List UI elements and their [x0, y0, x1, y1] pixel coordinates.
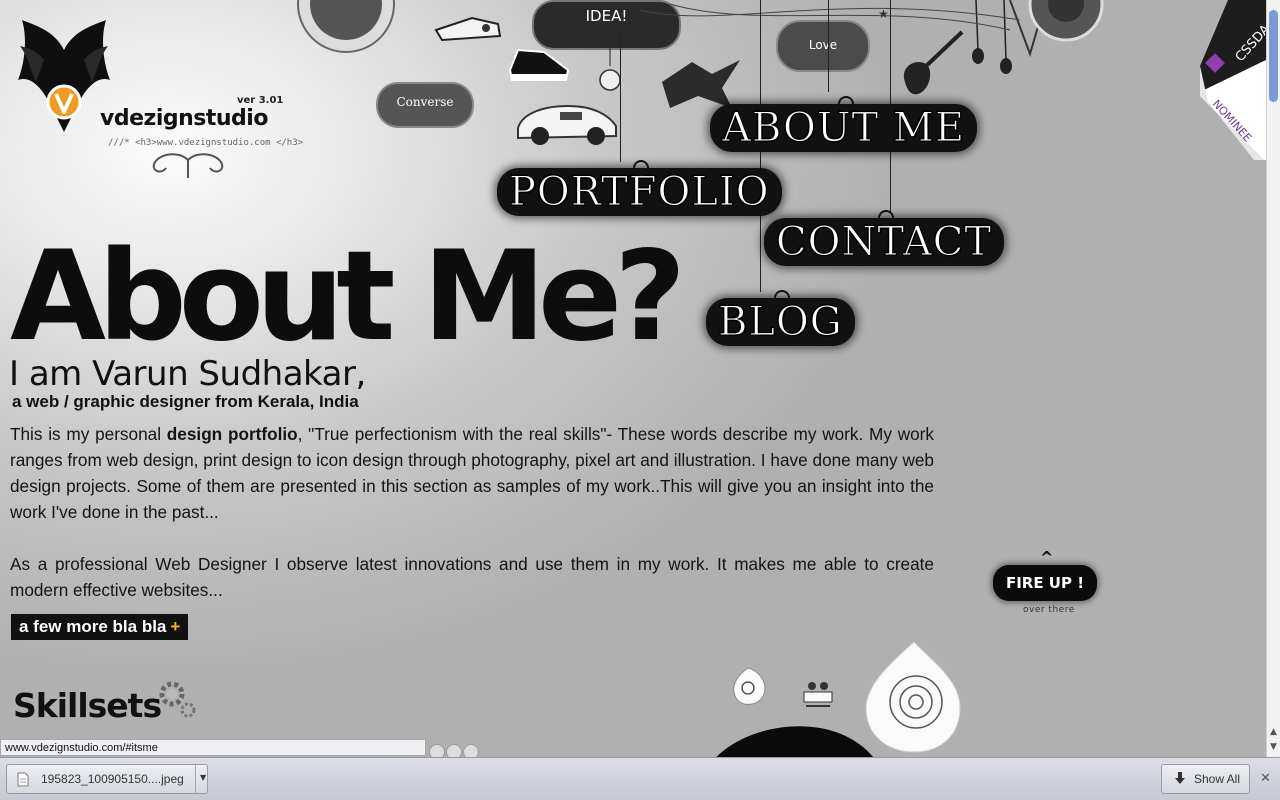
- more-bla-button[interactable]: a few more bla bla +: [11, 614, 189, 640]
- download-menu-arrow-icon[interactable]: ▼: [200, 773, 206, 782]
- brand-tagline: ///* <h3>www.vdezignstudio.com </h3>: [108, 138, 304, 148]
- more-bla-label: a few more bla bla: [19, 617, 167, 636]
- gear-icon: [159, 681, 196, 718]
- fire-up-button[interactable]: FIRE UP !: [993, 565, 1097, 601]
- logo-wings-icon[interactable]: [14, 20, 114, 138]
- snail-shell-icon: [865, 641, 961, 753]
- cssda-nominee-ribbon[interactable]: CSSDA NOMINEE: [1198, 0, 1266, 160]
- close-icon[interactable]: ✕: [1260, 771, 1271, 786]
- version-label: ver 3.01: [237, 95, 284, 106]
- nav-about-me[interactable]: ABOUT ME: [710, 96, 978, 152]
- status-bar-url: www.vdezignstudio.com/#itsme: [0, 739, 426, 756]
- vertical-scrollbar[interactable]: ▲ ▼: [1266, 0, 1280, 757]
- intro-paragraph-2: As a professional Web Designer I observe…: [10, 554, 934, 600]
- svg-text:★: ★: [878, 7, 889, 21]
- divider: [195, 765, 196, 793]
- slider-dot[interactable]: [429, 744, 445, 757]
- sports-car-icon: [517, 104, 617, 145]
- music-wires-icon: ★: [640, 3, 1020, 31]
- download-shelf: 195823_100905150....jpeg ▼ Show All ✕: [0, 757, 1280, 800]
- download-item[interactable]: 195823_100905150....jpeg ▼: [6, 764, 208, 794]
- page-headline: About Me?: [10, 225, 686, 369]
- converse-cloud-text: Converse: [396, 95, 454, 109]
- hang-ring: [878, 210, 895, 226]
- black-hill-shape: [716, 726, 873, 757]
- fire-up-caption: over there: [1023, 605, 1075, 615]
- sneaker-icon: [434, 16, 502, 42]
- download-arrow-icon: [1175, 772, 1185, 784]
- converse-cloud: Converse: [376, 82, 474, 128]
- hang-string: [828, 0, 829, 92]
- plus-icon: +: [170, 617, 181, 636]
- speaker-top-icon: [297, 0, 395, 53]
- nav-portfolio[interactable]: PORTFOLIO: [497, 160, 782, 216]
- nav-contact[interactable]: CONTACT: [764, 210, 1005, 266]
- slider-dot[interactable]: [463, 744, 479, 757]
- small-shell-icon: [733, 667, 766, 705]
- show-all-button[interactable]: Show All: [1161, 764, 1250, 794]
- critter-icon: [803, 682, 833, 707]
- download-file-name: 195823_100905150....jpeg: [41, 772, 184, 786]
- scroll-down-arrow-icon[interactable]: ▼: [1270, 742, 1277, 752]
- scrollbar-thumb[interactable]: [1269, 10, 1278, 102]
- show-all-label: Show All: [1193, 772, 1240, 786]
- hang-string: [620, 36, 621, 162]
- slider-dot[interactable]: [446, 744, 462, 757]
- scroll-up-arrow-icon[interactable]: ▲: [1270, 727, 1277, 737]
- file-icon: [17, 772, 29, 787]
- lightbulb-icon: [599, 48, 621, 91]
- hang-ring: [837, 96, 854, 112]
- para1-text: This is my personal: [10, 424, 167, 444]
- intro-subtitle: a web / graphic designer from Kerala, In…: [12, 392, 359, 411]
- sneaker-icon-2: [508, 48, 570, 81]
- nav-blog[interactable]: BLOG: [706, 290, 855, 346]
- swirl-ornament-icon: [152, 153, 224, 178]
- skillsets-heading: Skillsets: [13, 686, 162, 725]
- page-viewport: ver 3.01 vdezignstudio ///* <h3>www.vdez…: [0, 0, 1266, 757]
- brand-name[interactable]: vdezignstudio: [100, 106, 268, 131]
- intro-paragraph-1: This is my personal design portfolio, "T…: [10, 421, 934, 525]
- nav-about-me-label: ABOUT ME: [721, 105, 966, 152]
- design-portfolio-emphasis: design portfolio: [166, 424, 298, 444]
- intro-name: I am Varun Sudhakar,: [9, 354, 366, 394]
